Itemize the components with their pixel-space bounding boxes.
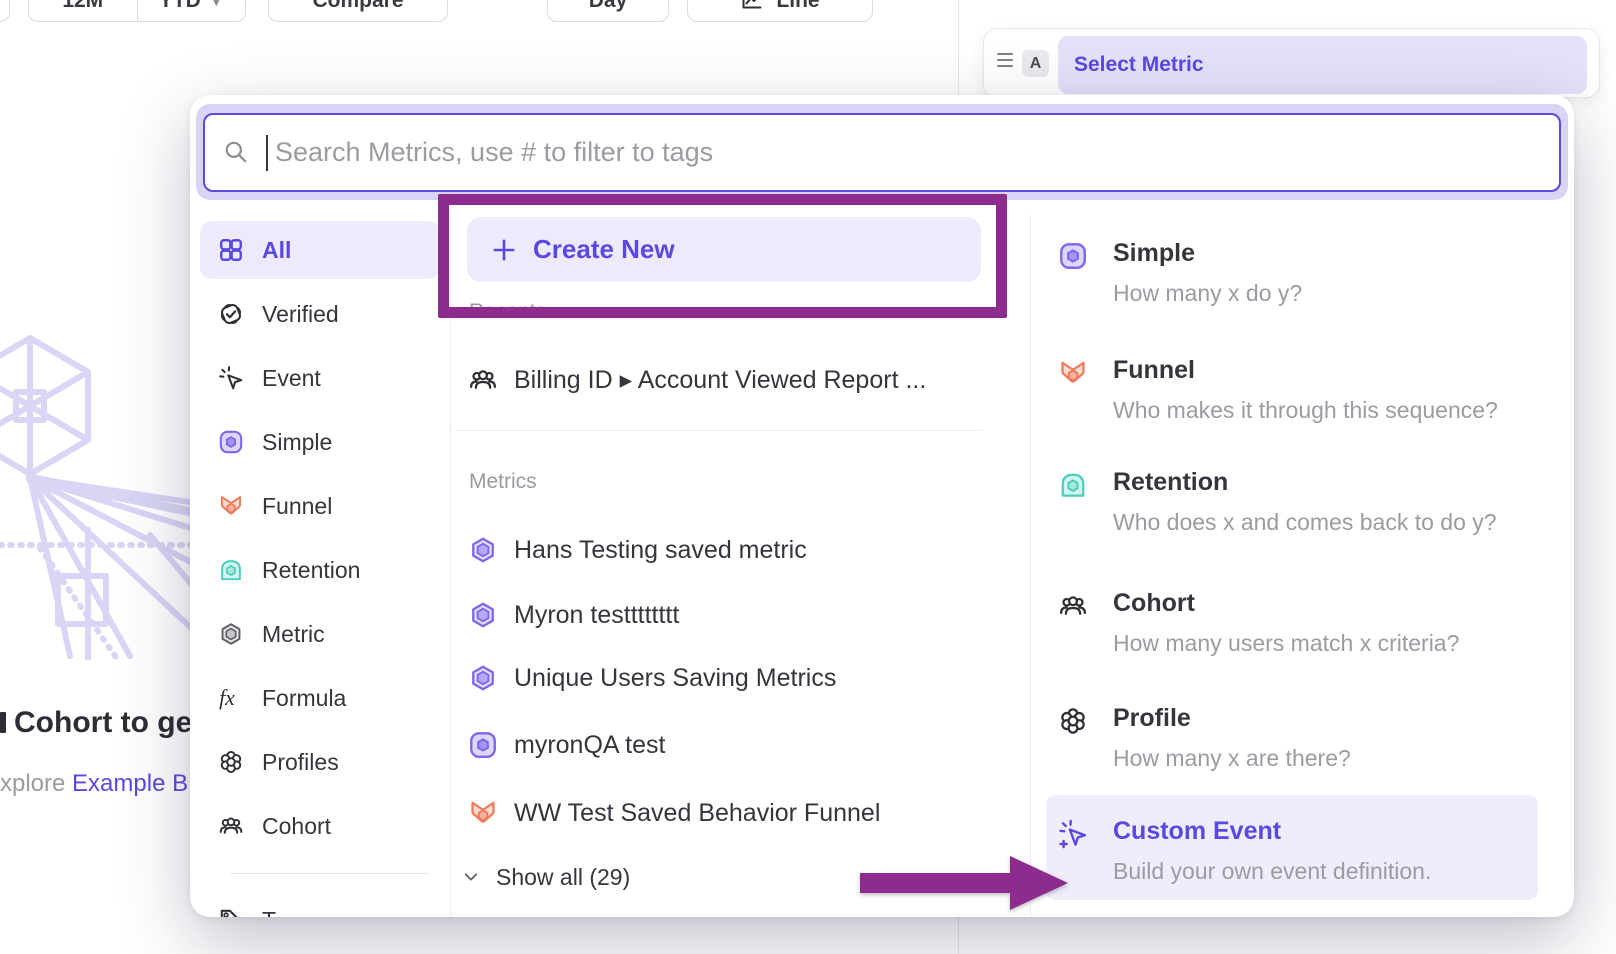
drag-handle-icon[interactable] [997,53,1013,67]
show-all-button[interactable]: Show all (29) [462,860,630,894]
create-new-highlight-box [438,194,1007,318]
background-headline: Cohort to ge [14,706,192,740]
metric-hexagon-purple-icon [468,600,498,630]
metric-list-item[interactable]: WW Test Saved Behavior Funnel [456,793,981,833]
sidebar-item-all[interactable]: All [200,221,440,279]
metrics-header: Metrics [469,470,537,494]
formula-icon [218,685,244,711]
day-granularity-button[interactable]: Day [547,0,669,22]
metric-list-item[interactable]: Unique Users Saving Metrics [456,658,981,698]
cohort-icon [1058,591,1088,621]
cohort-icon [218,813,244,839]
metric-list-item[interactable]: myronQA test [456,725,981,765]
sidebar-item-simple[interactable]: Simple [200,418,450,466]
sidebar-item-verified[interactable]: Verified [200,290,450,338]
tag-icon [218,907,244,917]
metric-list-item[interactable]: Myron testttttttt [456,595,981,635]
chevron-down-icon: ▼ [209,0,224,10]
chevron-down-icon [462,868,480,886]
clipped-toolbar-button[interactable] [0,0,10,22]
recent-item[interactable]: Billing ID ▸ Account Viewed Report ... [456,360,981,400]
sidebar-item-cohort[interactable]: Cohort [200,802,450,850]
metric-query-row: A Select Metric [983,28,1600,98]
explore-prefix: xplore [0,770,72,797]
custom-event-arrow [860,851,1072,915]
retention-icon [218,557,244,583]
app-screen: Cohort to ge xplore Example B 12M YTD▼ C… [0,0,1616,954]
verified-icon [218,301,244,327]
funnel-icon [1058,358,1088,388]
cohort-icon [468,365,498,395]
sidebar-item-funnel[interactable]: Funnel [200,482,450,530]
clipped-text-fragment [0,712,6,733]
sidebar-section-divider [230,873,430,874]
sidebar-item-metric[interactable]: Metric [200,610,450,658]
sidebar-item-formula[interactable]: Formula [200,674,450,722]
metric-list-item[interactable]: Hans Testing saved metric [456,530,981,570]
compare-button[interactable]: Compare [268,0,448,22]
range-ytd-button[interactable]: YTD▼ [138,0,246,21]
grid-icon [218,237,244,263]
sidebar-item-profiles[interactable]: Profiles [200,738,450,786]
metric-search-input[interactable] [203,113,1561,192]
simple-icon [468,730,498,760]
sidebar-item-retention[interactable]: Retention [200,546,450,594]
sidebar-item-event[interactable]: Event [200,354,450,402]
metric-hexagon-purple-icon [468,535,498,565]
list-divider [455,430,983,431]
sidebar-item-clipped[interactable]: T [200,896,450,917]
search-icon [223,139,249,165]
funnel-icon [218,493,244,519]
sidebar-divider [450,215,451,917]
profiles-icon [218,749,244,775]
retention-icon [1058,470,1088,500]
simple-icon [1058,241,1088,271]
date-range-group: 12M YTD▼ [28,0,246,22]
row-letter-badge: A [1022,50,1049,77]
text-caret [266,135,268,171]
funnel-icon [468,798,498,828]
custom-event-icon [1058,819,1088,849]
simple-icon [218,429,244,455]
columns-divider [1030,215,1031,917]
range-12m-button[interactable]: 12M [29,0,137,21]
line-chart-icon [740,0,764,13]
metric-hexagon-purple-icon [468,663,498,693]
profiles-icon [1058,706,1088,736]
example-link[interactable]: Example B [72,770,188,797]
background-explore-line: xplore Example B [0,770,190,798]
select-metric-field[interactable]: Select Metric [1058,36,1587,94]
line-chart-type-button[interactable]: Line [687,0,873,22]
event-icon [218,365,244,391]
metric-icon [218,621,244,647]
